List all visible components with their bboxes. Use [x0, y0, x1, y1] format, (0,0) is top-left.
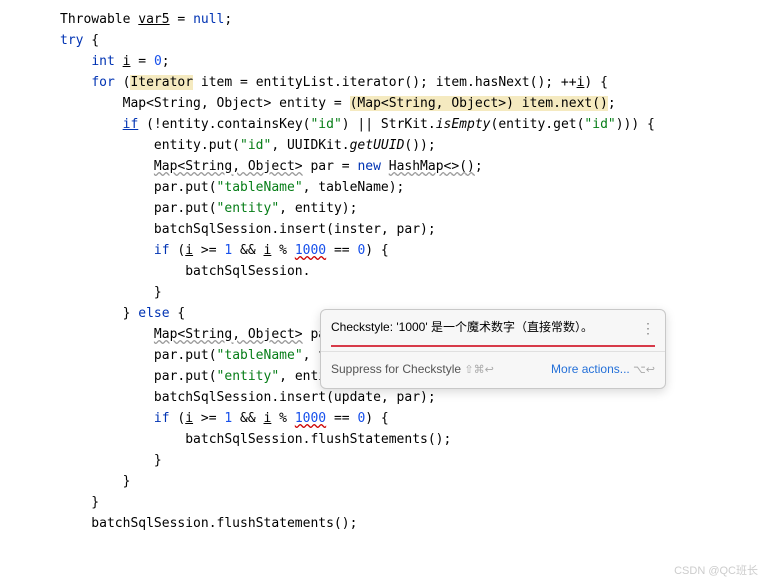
code-line[interactable]: } [60, 493, 766, 514]
code-line[interactable]: Map<String, Object> entity = (Map<String… [60, 94, 766, 115]
code-line[interactable]: batchSqlSession.insert(inster, par); [60, 220, 766, 241]
more-icon[interactable]: ⋮ [641, 323, 655, 333]
code-line[interactable]: if (i >= 1 && i % 1000 == 0) { [60, 409, 766, 430]
code-line[interactable]: par.put("entity", entity); [60, 199, 766, 220]
code-line[interactable]: } [60, 283, 766, 304]
suppress-action[interactable]: Suppress for Checkstyle [331, 362, 461, 376]
more-actions-shortcut: ⌥↩ [633, 364, 655, 376]
code-line[interactable]: try { [60, 31, 766, 52]
code-line[interactable]: batchSqlSession. [60, 262, 766, 283]
code-editor[interactable]: Throwable var5 = null; try { int i = 0; … [60, 10, 766, 535]
more-actions-link[interactable]: More actions... [551, 362, 630, 376]
inspection-tooltip: Checkstyle: '1000' 是一个魔术数字（直接常数）。 ⋮ Supp… [320, 309, 666, 389]
suppress-shortcut: ⇧⌘↩ [464, 364, 493, 376]
code-line[interactable]: entity.put("id", UUIDKit.getUUID()); [60, 136, 766, 157]
code-line[interactable]: Map<String, Object> par = new HashMap<>(… [60, 157, 766, 178]
code-line[interactable]: } [60, 451, 766, 472]
tooltip-underline [331, 345, 655, 347]
code-line[interactable]: for (Iterator item = entityList.iterator… [60, 73, 766, 94]
code-line[interactable]: batchSqlSession.insert(update, par); [60, 388, 766, 409]
code-line[interactable]: par.put("tableName", tableName); [60, 178, 766, 199]
tooltip-message: Checkstyle: '1000' 是一个魔术数字（直接常数）。 [331, 318, 593, 337]
code-line[interactable]: } [60, 472, 766, 493]
code-line[interactable]: if (i >= 1 && i % 1000 == 0) { [60, 241, 766, 262]
code-line[interactable]: int i = 0; [60, 52, 766, 73]
code-line[interactable]: Throwable var5 = null; [60, 10, 766, 31]
code-line[interactable]: if (!entity.containsKey("id") || StrKit.… [60, 115, 766, 136]
code-line[interactable]: batchSqlSession.flushStatements(); [60, 430, 766, 451]
watermark: CSDN @QC班长 [674, 563, 758, 581]
code-line[interactable]: batchSqlSession.flushStatements(); [60, 514, 766, 535]
